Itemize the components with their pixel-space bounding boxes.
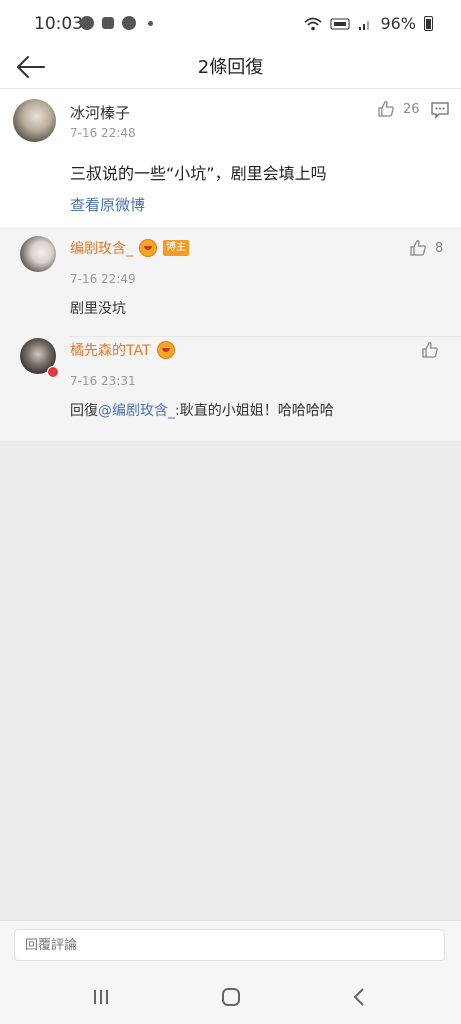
avatar[interactable] [13,99,56,142]
like-count: 8 [435,240,444,256]
reply-author-name: 编剧玫含_ [70,241,133,257]
back-nav-icon[interactable] [345,984,375,1010]
thumbs-up-icon [422,342,438,358]
reply-input[interactable] [14,929,445,961]
replies-list: 编剧玫含_ 博主 7-16 22:49 8 剧里没坑 橘先森的TAT 7-16 … [0,227,461,441]
page-title: 2條回復 [197,57,264,78]
system-nav-bar [0,970,461,1024]
status-time: 10:03 [34,14,83,34]
status-bar: 10:03 96% [0,0,461,48]
main-comment: 冰河榛子 7-16 22:48 26 三叔说的一些“小坑”，剧里会填上吗 查看原… [0,89,461,227]
home-icon[interactable] [216,984,246,1010]
reply-text: 剧里没坑 [70,301,126,317]
reply-time: 7-16 23:31 [70,374,136,388]
reply-time: 7-16 22:49 [70,272,136,286]
vip-crown-icon [139,239,157,257]
like-button[interactable] [421,341,439,359]
verified-badge-icon [47,366,59,378]
divider [70,336,461,337]
commenter-name[interactable]: 冰河榛子 [70,102,130,123]
signal-icon [359,20,370,30]
comment-text: 三叔说的一些“小坑”，剧里会填上吗 [70,164,327,183]
volte-icon [330,18,350,29]
line-app-icon [80,16,94,30]
vip-crown-icon [156,341,175,359]
status-right: 96% [304,14,433,33]
notification-icons [80,16,153,30]
thumbs-up-icon [410,240,426,256]
reply-prefix: 回復 [70,403,98,419]
more-notifications-dot-icon [148,20,153,26]
thumbs-up-icon [378,101,394,117]
comment-time: 7-16 22:48 [70,126,136,140]
battery-icon [424,16,433,31]
recent-apps-icon[interactable] [86,984,116,1010]
view-original-link[interactable]: 查看原微博 [70,194,145,215]
reply-input-bar [0,920,461,971]
like-count: 26 [403,101,420,117]
app-notification-icon [122,16,136,30]
battery-percent: 96% [380,14,416,33]
reply-text: 回復@编剧玫含_:耿直的小姐姐！哈哈哈哈 [70,400,334,420]
reply-author-name: 橘先森的TAT [70,343,151,359]
mention-link[interactable]: @编剧玫含_ [98,403,175,419]
reply-author[interactable]: 橘先森的TAT [70,340,175,360]
reply-body: :耿直的小姐姐！哈哈哈哈 [175,403,334,419]
blogger-badge: 博主 [163,240,189,256]
reply-item: 橘先森的TAT 7-16 23:31 回復@编剧玫含_:耿直的小姐姐！哈哈哈哈 [0,338,461,438]
avatar[interactable] [20,236,56,272]
top-nav: 2條回復 [0,48,461,89]
like-button[interactable]: 8 [409,239,443,257]
reply-author[interactable]: 编剧玫含_ 博主 [70,238,189,258]
taobao-icon [102,17,114,29]
wifi-icon [304,17,323,30]
reply-item: 编剧玫含_ 博主 7-16 22:49 8 剧里没坑 [0,236,461,337]
comment-icon[interactable] [430,101,450,119]
like-button[interactable]: 26 [377,100,420,118]
